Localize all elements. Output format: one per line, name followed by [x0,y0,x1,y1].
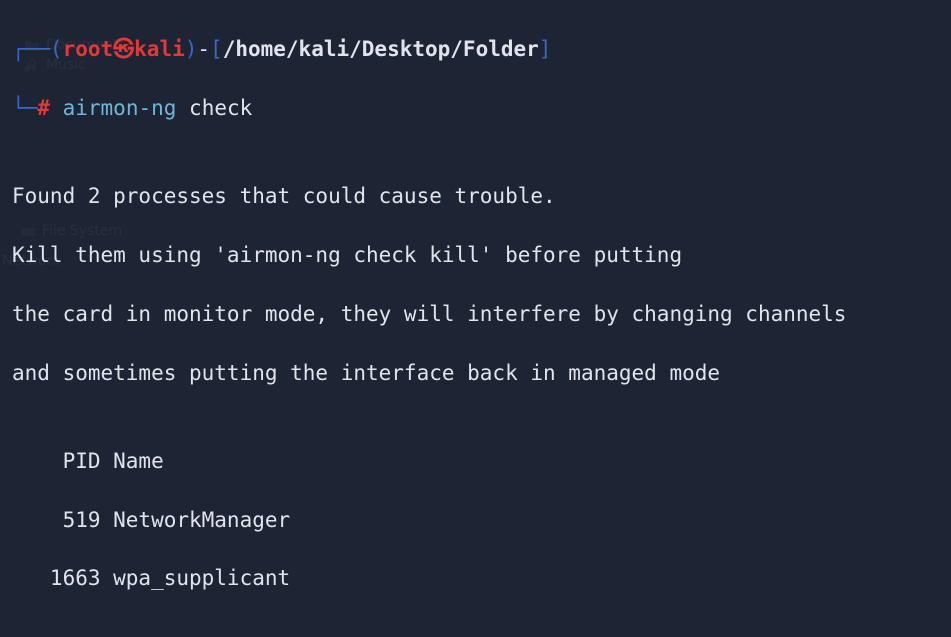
output-line: the card in monitor mode, they will inte… [12,300,939,329]
terminal-output[interactable]: ┌──(root㉿kali)-[/home/kali/Desktop/Folde… [0,0,951,637]
prompt-1-top: ┌──(root㉿kali)-[/home/kali/Desktop/Folde… [12,35,939,64]
output-line: Kill them using 'airmon-ng check kill' b… [12,241,939,270]
cmd-binary: airmon-ng [63,96,177,120]
table-row: 519 NetworkManager [12,506,939,535]
prompt-path: /home/kali/Desktop/Folder [223,37,539,61]
prompt-host: kali [134,37,185,61]
prompt-bracket-open: [ [210,37,223,61]
box-draw-top: ┌──( [12,37,63,61]
prompt-user: root [63,37,114,61]
prompt-hash: # [37,96,50,120]
prompt-1-bottom: └─# airmon-ng check [12,94,939,123]
output-line: Found 2 processes that could cause troub… [12,182,939,211]
prompt-dash: - [197,37,210,61]
cmd-args: check [176,96,252,120]
box-draw-bottom: └─ [12,96,37,120]
prompt-close-paren: ) [185,37,198,61]
table-row: 1663 wpa_supplicant [12,564,939,593]
prompt-bracket-close: ] [539,37,552,61]
output-line: and sometimes putting the interface back… [12,359,939,388]
process-table-header: PID Name [12,447,939,476]
skull-icon: ㉿ [113,37,134,61]
